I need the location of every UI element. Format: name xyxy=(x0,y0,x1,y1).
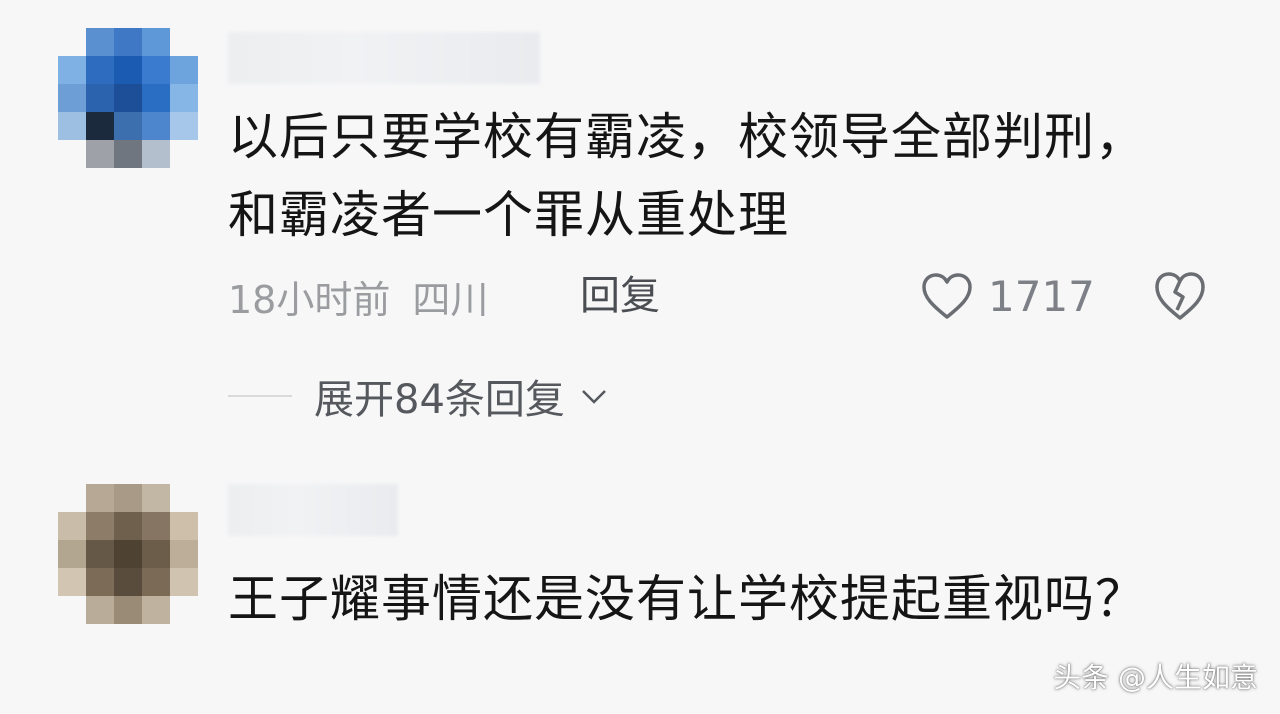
dislike-button[interactable] xyxy=(1152,266,1208,326)
like-button[interactable]: 1717 xyxy=(920,266,1095,326)
comment-text: 王子耀事情还是没有让学校提起重视吗？ xyxy=(228,570,1146,628)
avatar[interactable] xyxy=(58,484,198,624)
divider xyxy=(228,395,292,397)
comment-region: 四川 xyxy=(412,277,489,322)
comment-meta: 18小时前 四川 xyxy=(228,268,488,324)
comment-time: 18小时前 xyxy=(228,277,391,322)
avatar[interactable] xyxy=(58,28,198,168)
username-blurred[interactable] xyxy=(228,32,540,84)
username-blurred[interactable] xyxy=(228,484,398,536)
watermark: 头条 @人生如意 xyxy=(1053,661,1258,694)
reply-button[interactable]: 回复 xyxy=(580,268,660,324)
expand-replies-button[interactable]: 展开84条回复 xyxy=(228,366,609,426)
chevron-down-icon xyxy=(582,390,606,404)
like-count: 1717 xyxy=(988,271,1095,321)
broken-heart-icon xyxy=(1155,272,1205,320)
expand-replies-label: 展开84条回复 xyxy=(314,377,565,423)
heart-outline-icon xyxy=(922,273,972,319)
comment-text: 以后只要学校有霸凌，校领导全部判刑，和霸凌者一个罪从重处理 xyxy=(228,108,1146,244)
